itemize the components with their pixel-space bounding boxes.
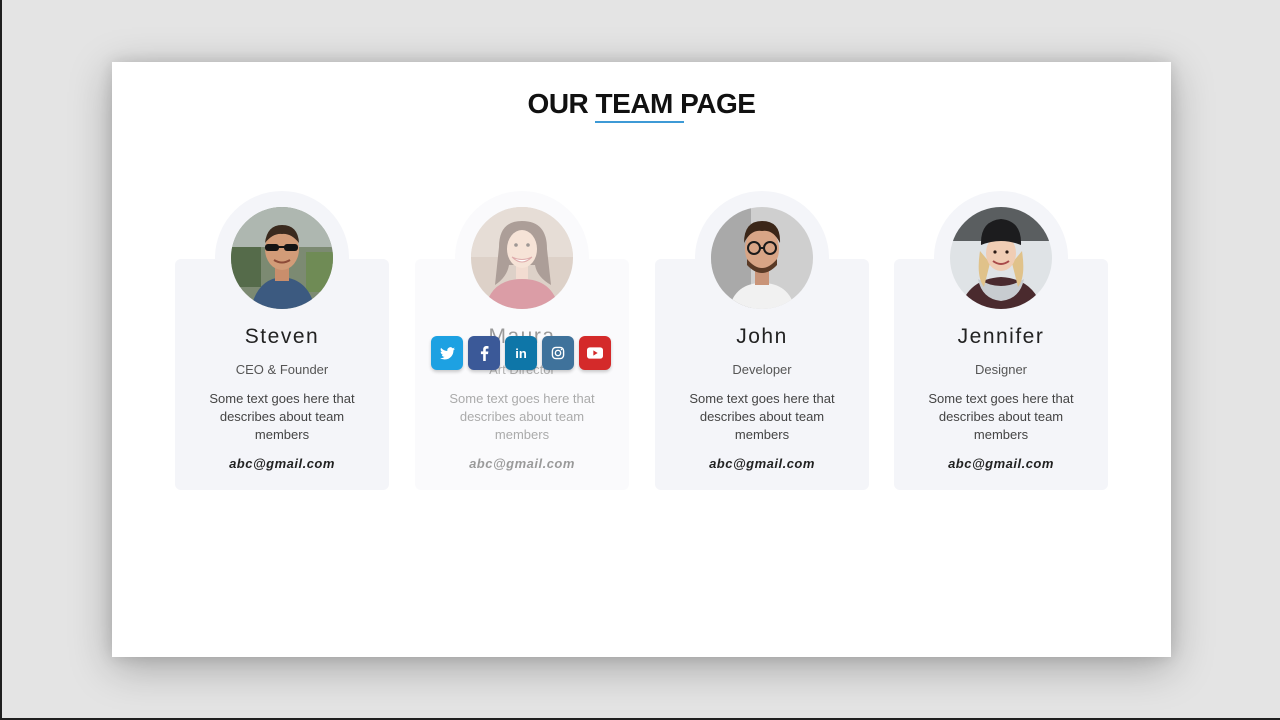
member-email[interactable]: abc@gmail.com: [655, 456, 869, 471]
twitter-button[interactable]: [431, 336, 463, 370]
instagram-icon: [551, 346, 565, 360]
avatar-ring: [455, 191, 589, 325]
avatar-john: [711, 207, 813, 309]
linkedin-button[interactable]: in: [505, 336, 537, 370]
facebook-icon: [480, 345, 488, 361]
avatar-steven: [231, 207, 333, 309]
avatar-ring: [215, 191, 349, 325]
avatar-ring: [695, 191, 829, 325]
linkedin-icon: in: [515, 345, 527, 361]
member-name: Jennifer: [957, 325, 1045, 348]
twitter-icon: [439, 346, 455, 359]
member-role: CEO & Founder: [235, 362, 329, 377]
member-description: Some text goes here that describes about…: [928, 391, 1074, 442]
avatar-maura: [471, 207, 573, 309]
team-page-container: OUR TEAM PAGE Steven CEO & Founder Some …: [112, 62, 1171, 657]
member-description: Some text goes here that describes about…: [689, 391, 835, 442]
team-card-jennifer[interactable]: Jennifer Designer Some text goes here th…: [894, 191, 1108, 490]
member-role: Designer: [974, 362, 1028, 377]
member-email[interactable]: abc@gmail.com: [894, 456, 1108, 471]
member-email[interactable]: abc@gmail.com: [175, 456, 389, 471]
avatar-ring: [934, 191, 1068, 325]
instagram-button[interactable]: [542, 336, 574, 370]
youtube-button[interactable]: [579, 336, 611, 370]
member-description: Some text goes here that describes about…: [209, 391, 355, 442]
title-underline: [595, 121, 684, 123]
team-card-steven[interactable]: Steven CEO & Founder Some text goes here…: [175, 191, 389, 490]
team-card-john[interactable]: John Developer Some text goes here that …: [655, 191, 869, 490]
member-name: Steven: [244, 325, 320, 348]
member-description: Some text goes here that describes about…: [449, 391, 595, 442]
facebook-button[interactable]: [468, 336, 500, 370]
team-card-maura[interactable]: Maura Art Director Some text goes here t…: [415, 191, 629, 490]
member-name: John: [736, 325, 788, 348]
youtube-icon: [587, 347, 603, 359]
member-email[interactable]: abc@gmail.com: [415, 456, 629, 471]
avatar-jennifer: [950, 207, 1052, 309]
member-role: Developer: [732, 362, 792, 377]
page-title: OUR TEAM PAGE: [527, 88, 756, 119]
social-links: in: [431, 336, 611, 370]
